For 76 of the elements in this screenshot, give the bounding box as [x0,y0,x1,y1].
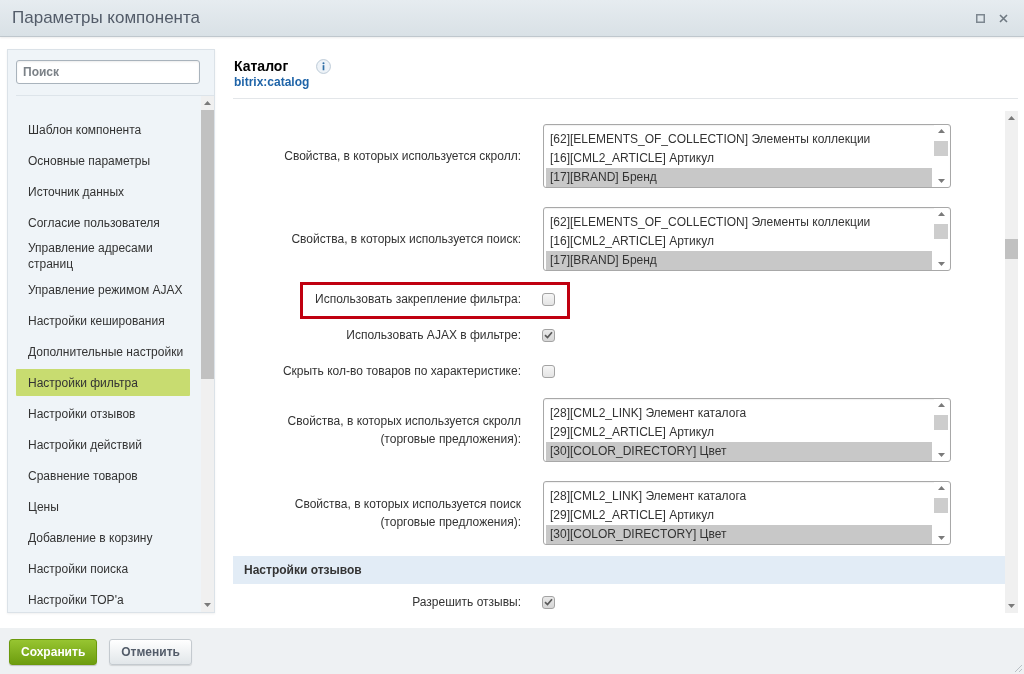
scroll-up-icon[interactable] [937,403,945,407]
sidebar-item[interactable]: Управление режимом AJAX [16,276,190,303]
scroll-up-icon[interactable] [937,486,945,490]
listbox-option[interactable]: [30][COLOR_DIRECTORY] Цвет [546,442,932,461]
setting-label: Свойства, в которых используется поиск (торговые предложения): [294,497,521,529]
scrollbar-thumb[interactable] [934,415,948,430]
sidebar-item[interactable]: Настройки поиска [16,555,190,582]
listbox-option[interactable]: [17][BRAND] Бренд [546,168,932,187]
scroll-up-icon[interactable] [937,212,945,216]
scrollbar-thumb[interactable] [934,141,948,156]
listbox-option[interactable]: [17][BRAND] Бренд [546,251,932,270]
setting-label: Свойства, в которых используется скролл (торговые предложения): [287,414,521,446]
listbox-option[interactable]: [29][CML2_ARTICLE] Артикул [546,423,932,442]
resize-grip-icon[interactable] [1014,664,1022,672]
scrollbar-thumb[interactable] [201,110,214,379]
checkmark-icon [544,598,553,606]
sidebar-item[interactable]: Шаблон компонента [16,116,190,143]
search-field[interactable]: Поиск [16,60,200,84]
setting-label: Скрыть кол-во товаров по характеристике: [282,364,521,378]
listbox-option[interactable]: [16][CML2_ARTICLE] Артикул [546,232,932,251]
sidebar-item[interactable]: Настройки TOP'a [16,586,190,612]
sidebar-item[interactable]: Основные параметры [16,147,190,174]
sidebar-item[interactable]: Настройки фильтра [16,369,190,396]
scrollbar[interactable] [1005,111,1018,613]
window-title: Параметры компонента [12,8,201,28]
listbox[interactable]: [62][ELEMENTS_OF_COLLECTION] Элементы коллекции [16][CML2_ARTICLE] Артикул [17][BRAND] Бренд [543,207,951,271]
scroll-up-icon[interactable] [1008,116,1015,120]
checkbox[interactable] [542,595,555,609]
scroll-up-icon[interactable] [204,101,211,105]
setting-label: Разрешить отзывы: [412,595,521,609]
checkbox[interactable] [542,364,555,378]
setting-label: Использовать закрепление фильтра: [315,292,521,306]
component-title: Каталог [234,58,289,75]
maximize-icon[interactable] [976,13,985,23]
scroll-down-icon[interactable] [937,536,945,540]
checkmark-icon [544,331,553,339]
sidebar-item[interactable]: Дополнительные настройки [16,338,190,365]
scrollbar-thumb[interactable] [934,224,948,239]
listbox[interactable]: [28][CML2_LINK] Элемент каталога [29][CML2_ARTICLE] Артикул [30][COLOR_DIRECTORY] Цвет [543,481,951,545]
scroll-up-icon[interactable] [937,129,945,133]
listbox-option[interactable]: [28][CML2_LINK] Элемент каталога [546,404,932,423]
scroll-down-icon[interactable] [937,453,945,457]
scrollbar[interactable] [201,96,214,612]
checkbox[interactable] [542,328,555,342]
sidebar-item[interactable]: Настройки кеширования [16,307,190,334]
setting-label: Свойства, в которых используется поиск: [291,232,521,246]
listbox[interactable]: [28][CML2_LINK] Элемент каталога [29][CML2_ARTICLE] Артикул [30][COLOR_DIRECTORY] Цвет [543,398,951,462]
close-icon[interactable] [999,13,1008,23]
scroll-down-icon[interactable] [1008,604,1015,608]
scrollbar-thumb[interactable] [1005,239,1018,259]
setting-label: Свойства, в которых используется скролл: [284,149,521,163]
scrollbar-thumb[interactable] [934,498,948,513]
listbox-option[interactable]: [62][ELEMENTS_OF_COLLECTION] Элементы коллекции [546,213,932,232]
sidebar-item[interactable]: Настройки действий [16,431,190,458]
listbox-option[interactable]: [28][CML2_LINK] Элемент каталога [546,487,932,506]
scroll-down-icon[interactable] [204,603,211,607]
info-icon[interactable] [316,59,332,74]
listbox-option[interactable]: [16][CML2_ARTICLE] Артикул [546,149,932,168]
sidebar-item[interactable]: Управление адресами страниц [16,240,190,272]
listbox-option[interactable]: [30][COLOR_DIRECTORY] Цвет [546,525,932,544]
sidebar-item[interactable]: Настройки отзывов [16,400,190,427]
listbox-option[interactable]: [29][CML2_ARTICLE] Артикул [546,506,932,525]
sidebar-item[interactable]: Цены [16,493,190,520]
sidebar-item[interactable]: Источник данных [16,178,190,205]
checkbox[interactable] [542,292,555,306]
scroll-down-icon[interactable] [937,179,945,183]
listbox-option[interactable]: [62][ELEMENTS_OF_COLLECTION] Элементы коллекции [546,130,932,149]
listbox[interactable]: [62][ELEMENTS_OF_COLLECTION] Элементы коллекции [16][CML2_ARTICLE] Артикул [17][BRAND] Бренд [543,124,951,188]
sidebar-item[interactable]: Добавление в корзину [16,524,190,551]
cancel-button[interactable]: Отменить [109,639,192,665]
setting-label: Использовать AJAX в фильтре: [346,328,521,342]
sidebar-item[interactable]: Согласие пользователя [16,209,190,236]
sidebar-item[interactable]: Сравнение товаров [16,462,190,489]
section-heading: Настройки отзывов [233,556,1005,584]
component-code: bitrix:catalog [234,75,310,90]
scroll-down-icon[interactable] [937,262,945,266]
